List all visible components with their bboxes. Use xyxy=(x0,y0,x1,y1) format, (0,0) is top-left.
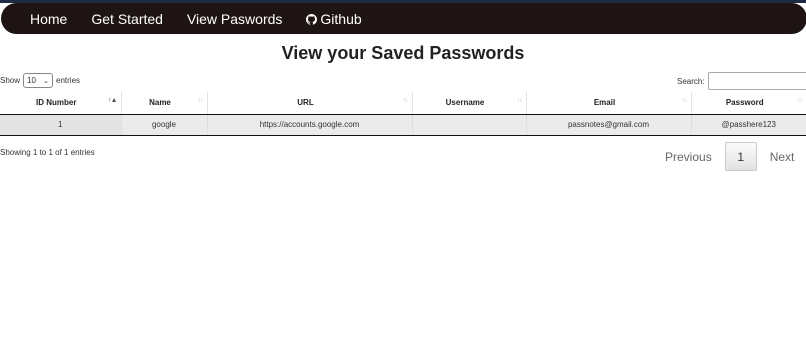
next-button[interactable]: Next xyxy=(770,150,795,164)
search-label: Search: xyxy=(677,76,705,86)
entries-select-value: 10 xyxy=(27,76,36,85)
column-header-name[interactable]: Name ↑↓ xyxy=(121,92,208,115)
previous-button[interactable]: Previous xyxy=(665,150,712,164)
table-info: Showing 1 to 1 of 1 entries xyxy=(0,148,95,157)
cell-name: google xyxy=(121,114,208,136)
nav-home[interactable]: Home xyxy=(30,11,67,27)
sort-icon: ↑↓ xyxy=(681,97,688,104)
search-input[interactable] xyxy=(707,72,806,90)
entries-length-control: Show 10 ⌄ entries xyxy=(0,73,80,88)
cell-email: passnotes@gmail.com xyxy=(526,114,692,136)
column-header-username[interactable]: Username ↑↓ xyxy=(412,92,527,115)
page-1-button[interactable]: 1 xyxy=(724,142,757,171)
column-label: Password xyxy=(725,98,764,108)
navbar: Home Get Started View Paswords Github xyxy=(1,3,806,34)
column-header-url[interactable]: URL ↑↓ xyxy=(207,92,413,115)
sort-icon: ↑↓ xyxy=(516,97,523,104)
nav-view-passwords[interactable]: View Paswords xyxy=(187,11,282,27)
column-label: Username xyxy=(445,98,485,108)
search-control: Search: xyxy=(677,72,806,90)
sort-asc-icon: ↑▲ xyxy=(108,97,117,104)
cell-username xyxy=(412,114,527,136)
pagination: Previous 1 Next xyxy=(665,142,794,171)
chevron-down-icon: ⌄ xyxy=(43,77,50,85)
show-label: Show xyxy=(0,76,21,85)
sort-icon: ↑↓ xyxy=(797,97,803,104)
cell-password: @passhere123 xyxy=(691,114,806,136)
column-header-password[interactable]: Password ↑↓ xyxy=(691,92,806,115)
github-icon xyxy=(306,14,318,25)
cell-id-number: 1 xyxy=(0,114,122,136)
sort-icon: ↑↓ xyxy=(197,97,204,104)
entries-select[interactable]: 10 ⌄ xyxy=(23,73,54,88)
column-label: URL xyxy=(297,98,314,108)
column-label: Name xyxy=(149,98,171,108)
sort-icon: ↑↓ xyxy=(402,97,409,104)
nav-github[interactable]: Github xyxy=(306,10,362,27)
column-label: ID Number xyxy=(36,98,77,108)
table-header-row: ID Number ↑▲ Name ↑↓ URL ↑↓ Username ↑↓ Emai… xyxy=(0,92,806,115)
nav-get-started[interactable]: Get Started xyxy=(91,11,163,27)
column-header-email[interactable]: Email ↑↓ xyxy=(526,92,692,115)
passwords-table: ID Number ↑▲ Name ↑↓ URL ↑↓ Username ↑↓ Emai… xyxy=(0,92,806,136)
page-title: View your Saved Passwords xyxy=(281,43,525,63)
column-header-id-number[interactable]: ID Number ↑▲ xyxy=(0,92,122,115)
nav-github-label: Github xyxy=(320,10,362,27)
entries-label: entries xyxy=(56,76,81,85)
cell-url: https://accounts.google.com xyxy=(207,114,413,136)
table-row: 1 google https://accounts.google.com pas… xyxy=(0,114,806,136)
column-label: Email xyxy=(593,98,616,108)
